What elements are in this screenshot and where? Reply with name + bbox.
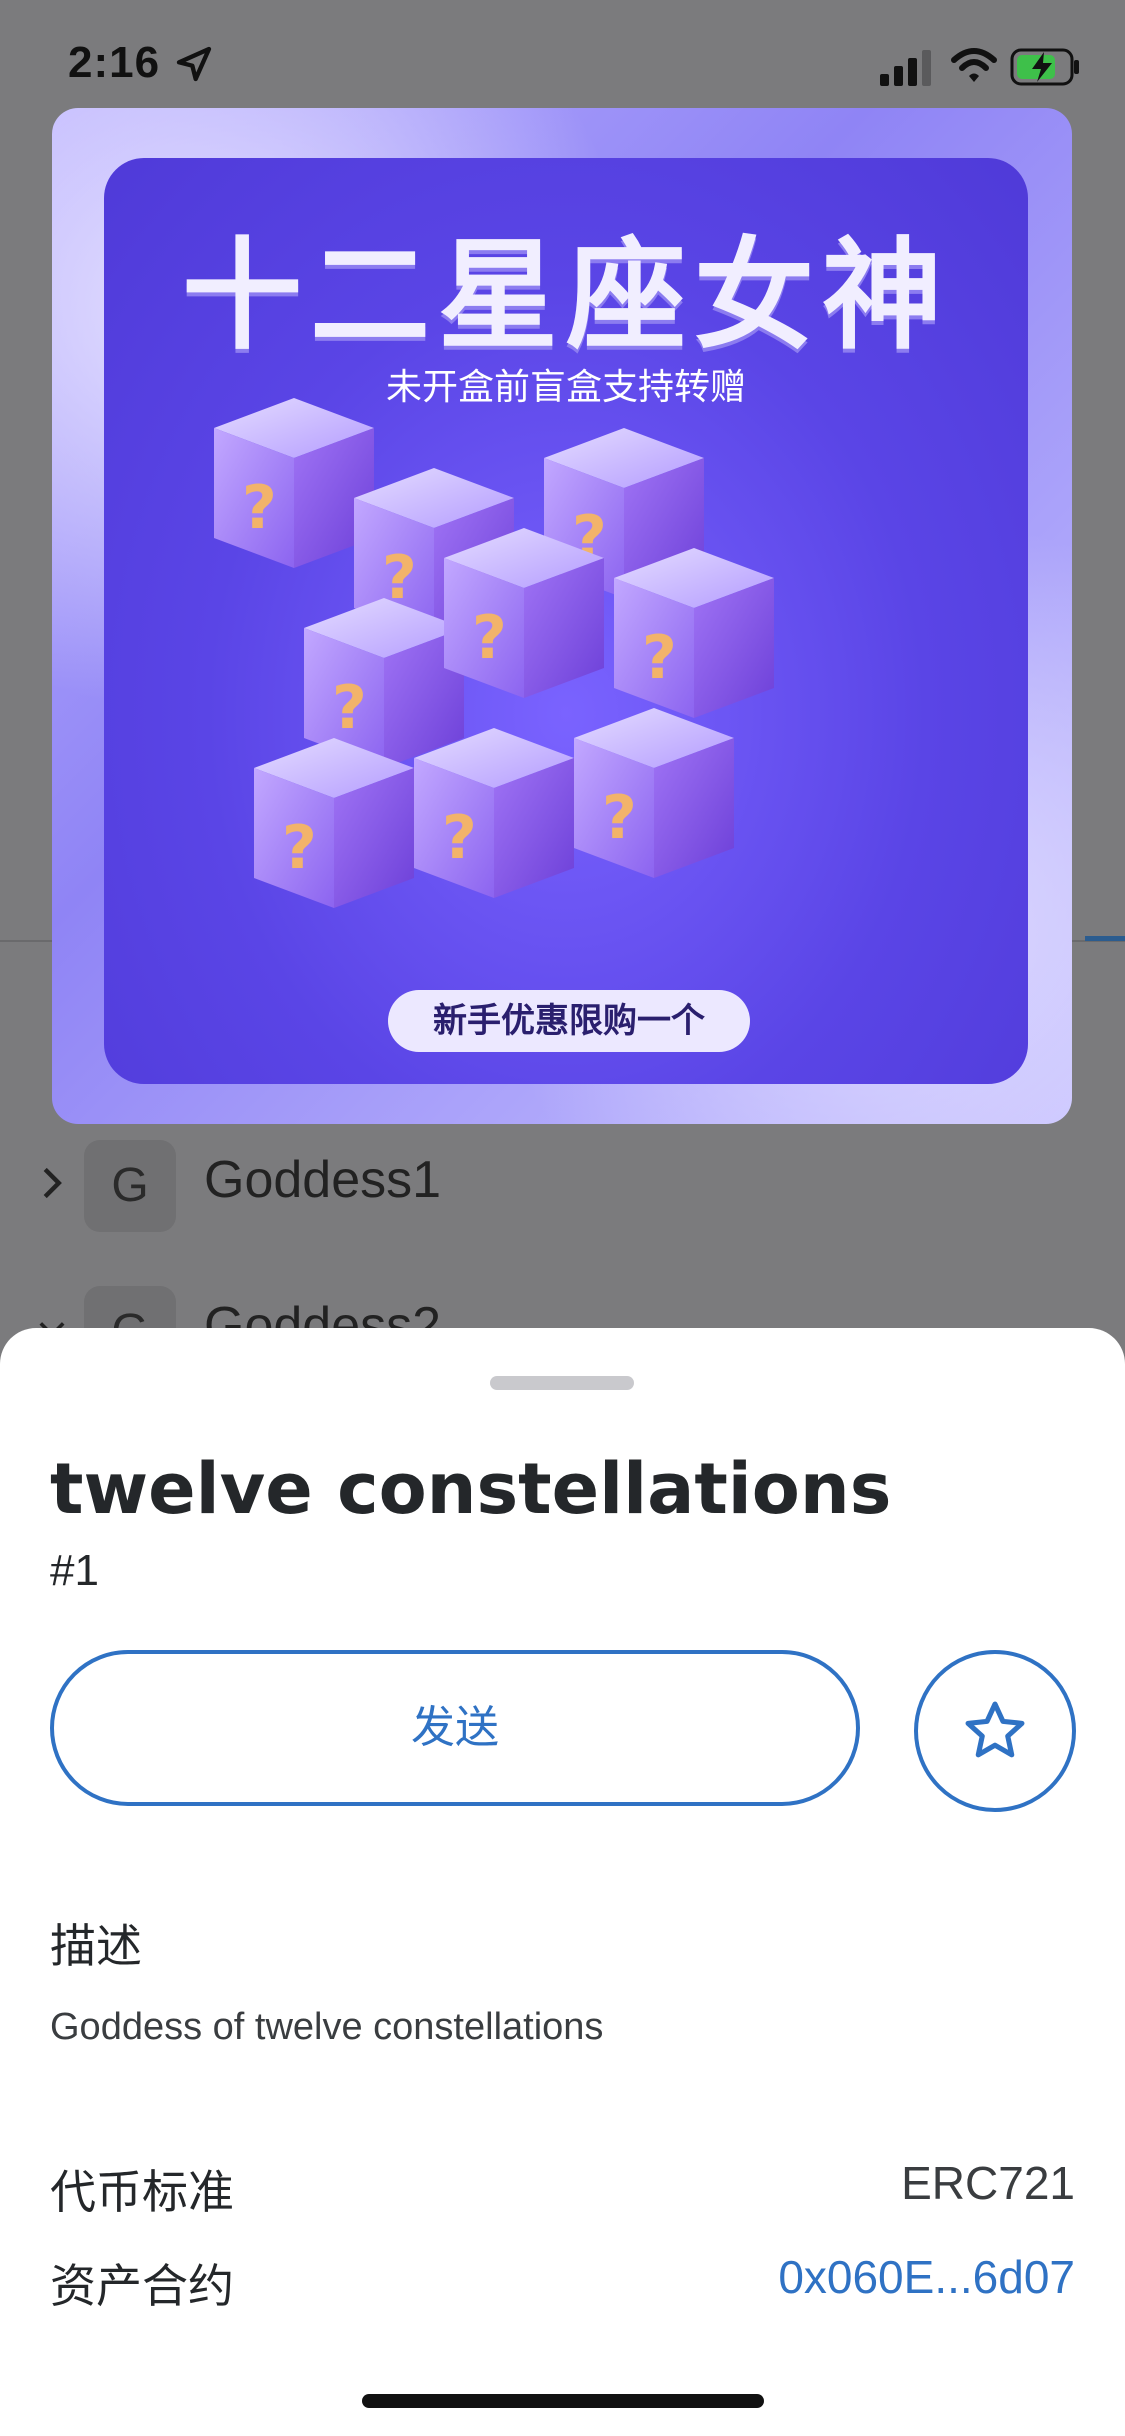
status-time: 2:16 — [68, 38, 161, 87]
collection-avatar: G — [84, 1140, 176, 1232]
token-id: #1 — [50, 1546, 99, 1595]
chevron-right-icon — [43, 1167, 62, 1199]
nft-artwork-panel: 十二星座女神 未开盒前盲盒支持转赠 ? 新手优惠限购一个 — [104, 158, 1028, 1084]
collection-name: Goddess1 — [204, 1151, 442, 1209]
nft-details-sheet: twelve constellations #1 发送 描述 Goddess o… — [0, 1328, 1125, 2436]
asset-contract-link[interactable]: 0x060E...6d07 — [778, 2250, 1075, 2304]
description-heading: 描述 — [50, 1919, 142, 1973]
description-text: Goddess of twelve constellations — [50, 2006, 604, 2048]
cellular-signal-icon — [880, 50, 931, 86]
wifi-icon — [951, 48, 997, 82]
favorite-button[interactable] — [914, 1650, 1076, 1812]
svg-text:?: ? — [242, 473, 277, 543]
token-standard-label: 代币标准 — [50, 2165, 234, 2219]
status-bar: 2:16 — [0, 0, 1125, 120]
home-indicator[interactable] — [362, 2394, 764, 2408]
star-icon — [965, 1701, 1025, 1758]
mystery-boxes-illustration: ? — [214, 398, 774, 908]
nft-artwork-title: 十二星座女神 — [182, 227, 950, 366]
nft-name: twelve constellations — [50, 1448, 892, 1530]
nft-artwork-badge: 新手优惠限购一个 — [388, 990, 750, 1052]
background-collection-row: G Goddess1 — [0, 1130, 1125, 1240]
location-arrow-icon — [176, 46, 212, 82]
send-button[interactable]: 发送 — [50, 1650, 860, 1806]
token-standard-value: ERC721 — [901, 2157, 1075, 2209]
background-tab-indicator — [1085, 936, 1125, 941]
asset-contract-label: 资产合约 — [50, 2259, 234, 2313]
sheet-drag-handle[interactable] — [490, 1376, 634, 1390]
nft-image: 十二星座女神 未开盒前盲盒支持转赠 ? 新手优惠限购一个 — [52, 108, 1072, 1124]
battery-charging-icon — [1010, 48, 1079, 86]
